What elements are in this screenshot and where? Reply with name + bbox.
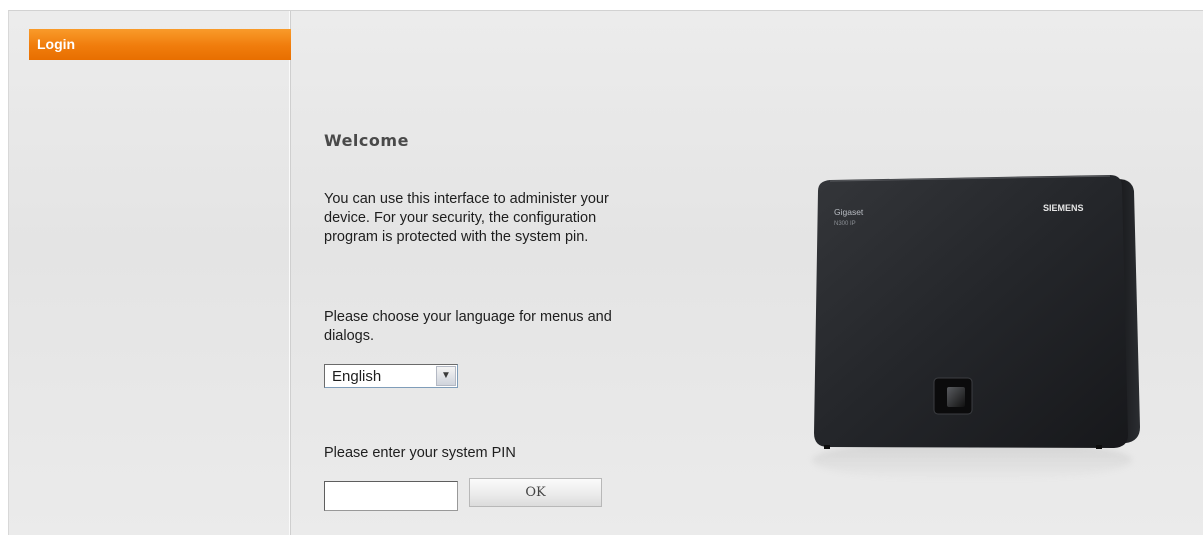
device-model-label: Gigaset xyxy=(834,207,864,217)
pin-input[interactable] xyxy=(324,481,458,511)
chevron-down-icon[interactable]: ▼ xyxy=(436,366,456,386)
intro-text: You can use this interface to administer… xyxy=(324,191,609,245)
language-prompt: Please choose your language for menus an… xyxy=(324,309,612,344)
device-model-sub-label: N300 IP xyxy=(834,221,856,227)
page-title: Welcome xyxy=(324,131,409,150)
sidebar-item-login[interactable]: Login xyxy=(29,29,291,60)
pin-prompt: Please enter your system PIN xyxy=(324,445,516,461)
sidebar xyxy=(9,11,290,535)
device-brand-label: SIEMENS xyxy=(1043,203,1084,213)
language-select-value: English xyxy=(332,368,382,385)
device-image: Gigaset N300 IP SIEMENS xyxy=(814,175,1140,449)
language-select[interactable]: English ▼ xyxy=(324,364,458,388)
ok-button[interactable]: OK xyxy=(469,478,602,507)
